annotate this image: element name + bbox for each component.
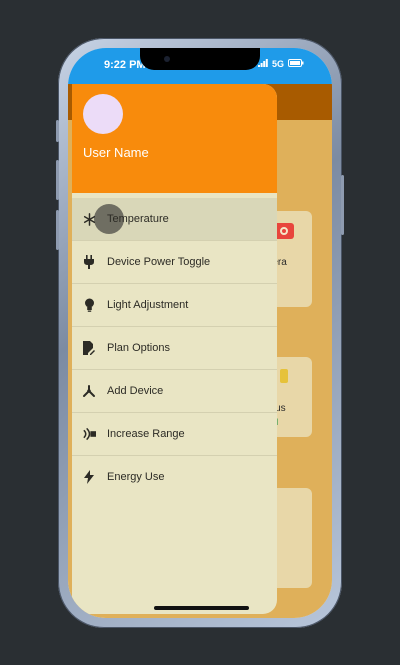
document-edit-icon (82, 341, 96, 355)
power-button (341, 175, 344, 235)
menu-label-add-device: Add Device (107, 385, 164, 397)
status-time: 9:22 PM (104, 59, 146, 71)
menu-item-plan-options[interactable]: Plan Options (72, 327, 277, 370)
battery-icon (288, 59, 304, 69)
lightning-icon (82, 470, 96, 484)
drawer-menu: Temperature Device Power Toggle Light Ad… (72, 198, 277, 498)
menu-item-add-device[interactable]: Add Device (72, 370, 277, 413)
home-indicator[interactable] (154, 606, 249, 610)
signal-icon (257, 59, 268, 69)
menu-label-device-power-toggle: Device Power Toggle (107, 256, 211, 268)
user-name: User Name (83, 145, 149, 160)
menu-item-light-adjustment[interactable]: Light Adjustment (72, 284, 277, 327)
menu-label-light-adjustment: Light Adjustment (107, 299, 189, 311)
lightbulb-icon (82, 298, 96, 312)
menu-label-plan-options: Plan Options (107, 342, 170, 354)
navigation-drawer: User Name Temperature Device Power Toggl… (72, 84, 277, 614)
camera-icon (274, 223, 294, 239)
drawer-header: User Name (72, 84, 277, 193)
hub-icon (82, 384, 96, 398)
phone-notch (140, 48, 260, 70)
menu-label-temperature: Temperature (107, 213, 169, 225)
menu-label-increase-range: Increase Range (107, 428, 185, 440)
status-icon (280, 369, 288, 383)
mute-switch (56, 120, 59, 142)
signal-boost-icon (82, 427, 96, 441)
status-indicators: 5G (257, 59, 304, 69)
menu-item-temperature[interactable]: Temperature (72, 198, 277, 241)
menu-item-energy-use[interactable]: Energy Use (72, 456, 277, 498)
volume-up-button (56, 160, 59, 200)
volume-down-button (56, 210, 59, 250)
front-camera (164, 56, 170, 62)
network-label: 5G (271, 59, 284, 69)
phone-screen: mera tatus mal ng User Name Temperature (68, 48, 332, 618)
menu-label-energy-use: Energy Use (107, 471, 165, 483)
menu-item-increase-range[interactable]: Increase Range (72, 413, 277, 456)
menu-item-device-power-toggle[interactable]: Device Power Toggle (72, 241, 277, 284)
plug-icon (82, 255, 96, 269)
avatar[interactable] (83, 94, 123, 134)
